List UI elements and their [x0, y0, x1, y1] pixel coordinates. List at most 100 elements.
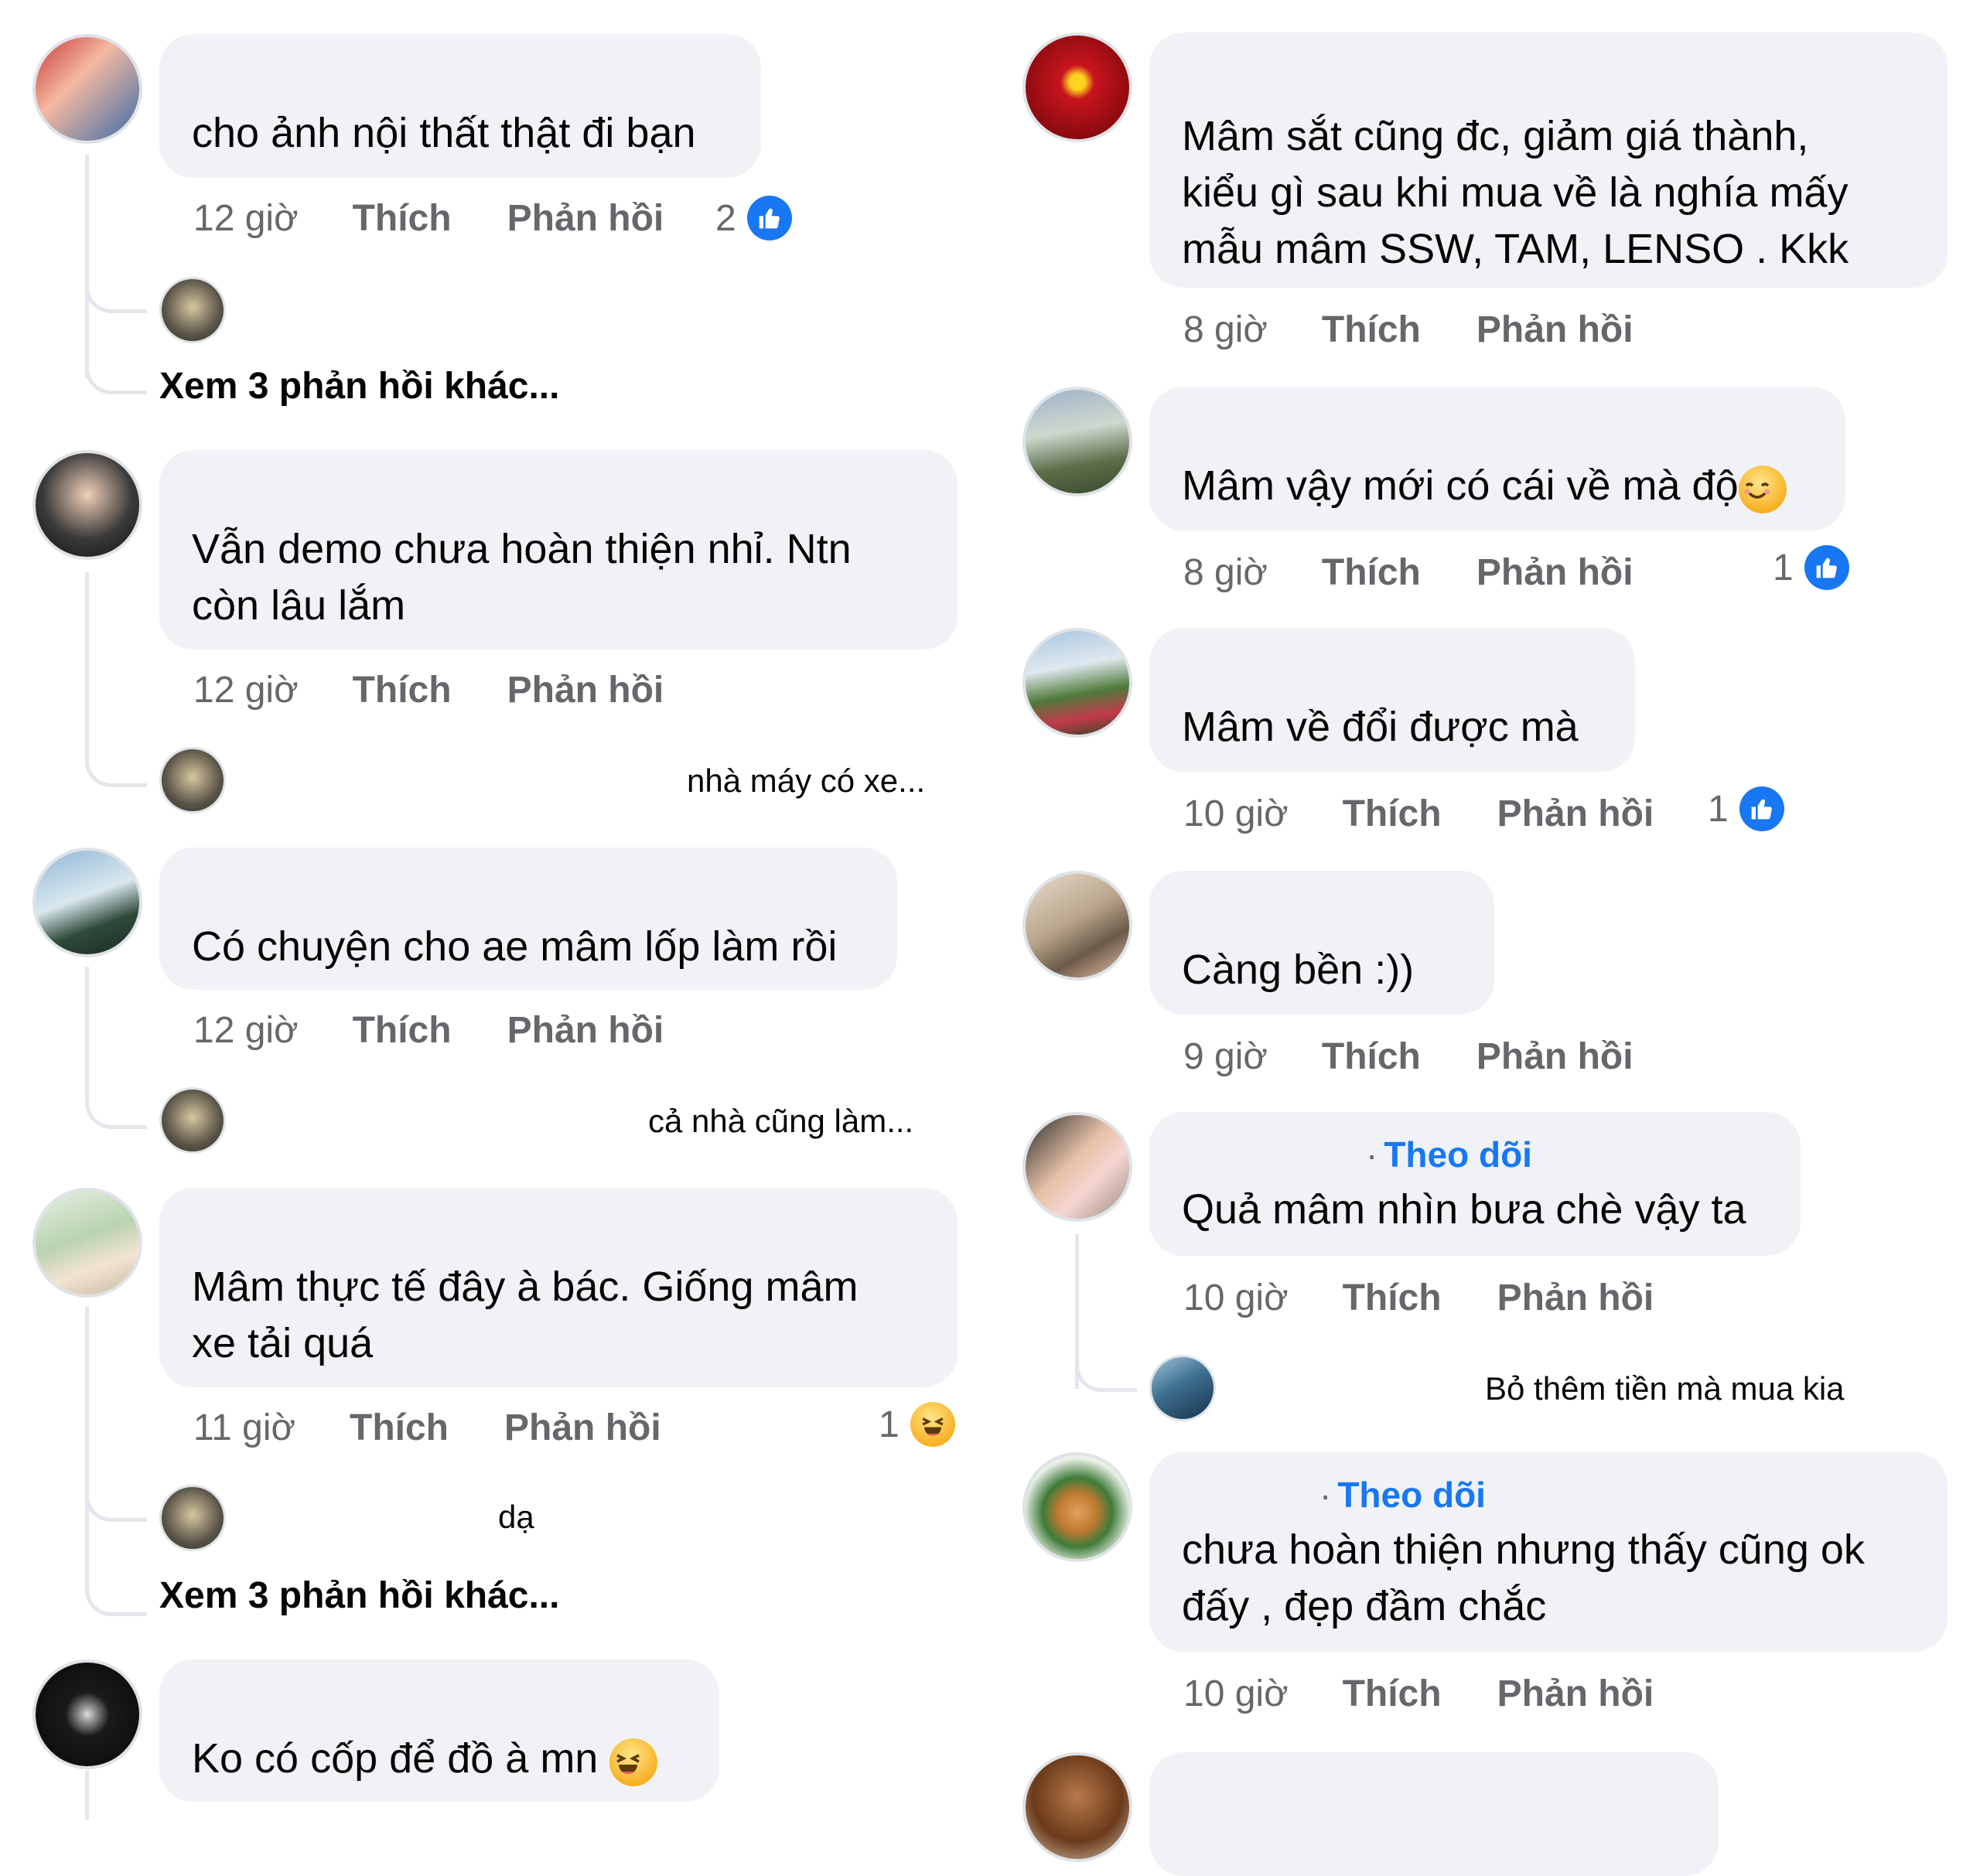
- like-button[interactable]: Thích: [353, 1009, 452, 1052]
- comment-bubble: cho ảnh nội thất thật đi bạn: [159, 34, 761, 178]
- replier-avatar[interactable]: [159, 1087, 226, 1154]
- like-button[interactable]: Thích: [1343, 793, 1442, 835]
- commenter-avatar[interactable]: [1022, 32, 1132, 142]
- commenter-avatar[interactable]: [1022, 1752, 1132, 1862]
- comment-time[interactable]: 11 giờ: [193, 1407, 295, 1449]
- commenter-avatar[interactable]: [1022, 1112, 1132, 1222]
- reply-preview-text[interactable]: dạ: [498, 1499, 534, 1536]
- comment-time[interactable]: 10 giờ: [1183, 1277, 1289, 1319]
- comment-bubble: Mâm về đổi được mà: [1149, 628, 1635, 772]
- left-comment-column: cho ảnh nội thất thật đi bạn 12 giờ Thíc…: [0, 0, 990, 1820]
- thread-connector: [1075, 1346, 1137, 1392]
- reaction-summary[interactable]: 1: [879, 1401, 955, 1448]
- comment-text: Càng bền :)): [1182, 947, 1415, 993]
- commenter-avatar[interactable]: [32, 450, 142, 560]
- commenter-avatar[interactable]: [32, 1659, 142, 1769]
- comment-bubble: Có chuyện cho ae mâm lốp làm rồi: [159, 848, 897, 990]
- comment-actions: 10 giờ Thích Phản hồi: [1183, 1670, 1654, 1717]
- commenter-avatar[interactable]: [1022, 1452, 1132, 1562]
- thread-connector: [85, 267, 147, 313]
- thread-line: [85, 967, 89, 1090]
- thread-connector: [85, 1083, 147, 1129]
- like-button[interactable]: Thích: [353, 197, 452, 240]
- follow-link[interactable]: · Theo dõi: [1366, 1134, 1532, 1175]
- comment-time[interactable]: 12 giờ: [193, 197, 299, 240]
- thread-line: [85, 1771, 89, 1820]
- more-replies-link[interactable]: Xem 3 phản hồi khác...: [159, 365, 559, 408]
- comment-time[interactable]: 9 giờ: [1183, 1035, 1268, 1078]
- right-comment-column: Mâm sắt cũng đc, giảm giá thành, kiểu gì…: [990, 0, 1980, 1876]
- comment-text: Quả mâm nhìn bưa chè vậy ta: [1182, 1186, 1746, 1233]
- reply-button[interactable]: Phản hồi: [507, 669, 664, 711]
- follow-label[interactable]: Theo dõi: [1384, 1134, 1532, 1175]
- reaction-summary[interactable]: 2: [715, 195, 792, 241]
- comment-body: Mâm vậy mới có cái về mà độ: [1182, 458, 1819, 514]
- reaction-count: 2: [715, 197, 736, 239]
- reply-button[interactable]: Phản hồi: [1476, 309, 1634, 351]
- reaction-summary[interactable]: 1: [1708, 786, 1784, 832]
- comment-time[interactable]: 8 giờ: [1183, 309, 1268, 351]
- laughing-emoji-icon: [609, 1738, 658, 1786]
- like-button[interactable]: Thích: [1343, 1673, 1442, 1715]
- commenter-avatar[interactable]: [32, 848, 142, 957]
- like-button[interactable]: Thích: [350, 1407, 449, 1449]
- thread-connector: [85, 741, 147, 787]
- reply-preview-text[interactable]: nhà máy có xe...: [687, 762, 925, 800]
- smiling-emoji-icon: [1738, 466, 1787, 513]
- reply-preview-text[interactable]: Bỏ thêm tiền mà mua kia: [1485, 1370, 1845, 1407]
- comment-actions: 8 giờ Thích Phản hồi: [1183, 306, 1634, 353]
- thread-connector: [85, 348, 147, 394]
- thread-connector: [85, 1475, 147, 1522]
- comment-time[interactable]: 12 giờ: [193, 669, 299, 711]
- thread-line: [85, 1307, 89, 1593]
- comment-text: cho ảnh nội thất thật đi bạn: [192, 110, 696, 156]
- commenter-avatar[interactable]: [1022, 871, 1132, 981]
- reply-button[interactable]: Phản hồi: [1497, 1277, 1654, 1319]
- comment-text: Mâm thực tế đây à bác. Giống mâm xe tải …: [192, 1264, 859, 1366]
- like-button[interactable]: Thích: [353, 669, 452, 711]
- comment-time[interactable]: 10 giờ: [1183, 1673, 1289, 1715]
- reply-button[interactable]: Phản hồi: [504, 1407, 661, 1449]
- commenter-avatar[interactable]: [32, 34, 142, 144]
- replier-avatar[interactable]: [159, 747, 226, 814]
- reply-button[interactable]: Phản hồi: [507, 1009, 664, 1052]
- like-icon: [1739, 786, 1784, 831]
- like-icon: [746, 196, 792, 240]
- reaction-count: 1: [1773, 547, 1794, 588]
- comment-bubble: Mâm sắt cũng đc, giảm giá thành, kiểu gì…: [1149, 32, 1948, 288]
- comment-body: Ko có cốp để đồ à mn: [192, 1731, 693, 1787]
- like-button[interactable]: Thích: [1322, 551, 1421, 594]
- comment-bubble: Mâm vậy mới có cái về mà độ: [1149, 387, 1845, 530]
- reply-button[interactable]: Phản hồi: [1476, 551, 1634, 594]
- thread-connector: [85, 1570, 147, 1616]
- replier-avatar[interactable]: [1149, 1355, 1216, 1421]
- commenter-avatar[interactable]: [32, 1188, 142, 1298]
- reaction-count: 1: [879, 1404, 900, 1445]
- commenter-avatar[interactable]: [1022, 387, 1132, 496]
- comment-text: Mâm sắt cũng đc, giảm giá thành, kiểu gì…: [1182, 113, 1849, 272]
- follow-label[interactable]: Theo dõi: [1337, 1475, 1486, 1515]
- comment-text: chưa hoàn thiện nhưng thấy cũng ok đấy ,…: [1182, 1526, 1865, 1629]
- replier-avatar[interactable]: [159, 1485, 226, 1551]
- comment-time[interactable]: 10 giờ: [1183, 793, 1289, 835]
- thread-line: [85, 572, 89, 750]
- comment-bubble: Mâm thực tế đây à bác. Giống mâm xe tải …: [159, 1188, 958, 1387]
- comment-actions: 8 giờ Thích Phản hồi: [1183, 549, 1634, 595]
- replier-avatar[interactable]: [159, 277, 226, 343]
- like-button[interactable]: Thích: [1343, 1277, 1442, 1319]
- comment-text: Mâm vậy mới có cái về mà độ: [1182, 462, 1739, 509]
- commenter-avatar[interactable]: [1022, 628, 1132, 738]
- reply-button[interactable]: Phản hồi: [1497, 793, 1654, 835]
- follow-link[interactable]: · Theo dõi: [1319, 1474, 1486, 1516]
- reply-button[interactable]: Phản hồi: [1497, 1673, 1654, 1715]
- more-replies-link[interactable]: Xem 3 phản hồi khác...: [159, 1574, 559, 1617]
- like-button[interactable]: Thích: [1322, 309, 1421, 351]
- reply-button[interactable]: Phản hồi: [1476, 1035, 1634, 1078]
- comment-text: Ko có cốp để đồ à mn: [192, 1735, 599, 1782]
- reaction-summary[interactable]: 1: [1773, 544, 1849, 591]
- reply-preview-text[interactable]: cả nhà cũng làm...: [648, 1103, 913, 1140]
- comment-time[interactable]: 8 giờ: [1183, 551, 1268, 594]
- comment-time[interactable]: 12 giờ: [193, 1009, 299, 1052]
- reply-button[interactable]: Phản hồi: [507, 197, 664, 240]
- like-button[interactable]: Thích: [1322, 1035, 1421, 1078]
